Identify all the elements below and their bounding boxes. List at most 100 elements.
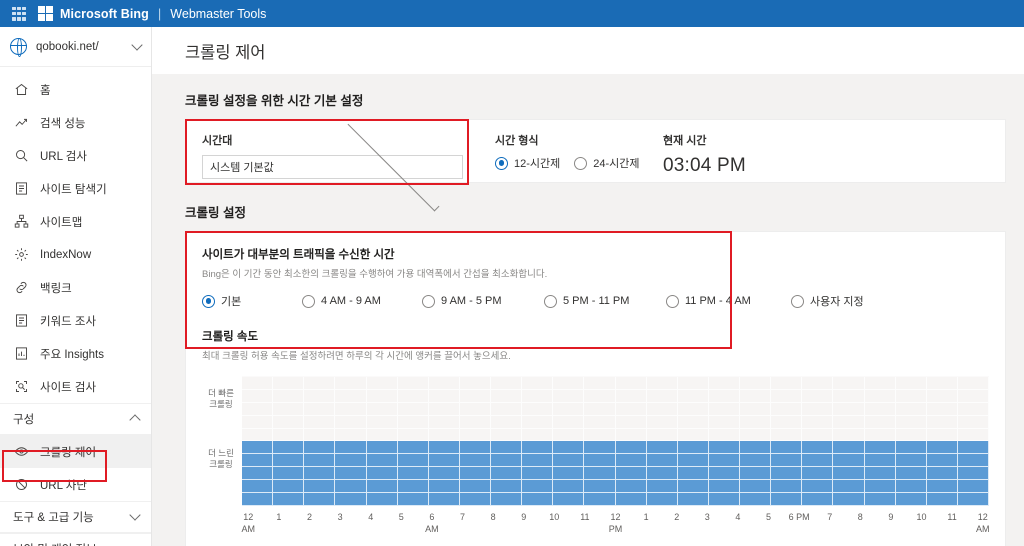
chart-cell[interactable] (397, 428, 429, 442)
chart-cell[interactable] (646, 454, 678, 468)
chart-cell[interactable] (833, 402, 865, 416)
chart-cell[interactable] (522, 454, 554, 468)
chart-cell[interactable] (615, 415, 647, 429)
chart-cell[interactable] (677, 428, 709, 442)
chart-cell[interactable] (864, 389, 896, 403)
chart-cell[interactable] (615, 402, 647, 416)
chart-cell[interactable] (304, 402, 336, 416)
chart-cell[interactable] (242, 415, 274, 429)
chart-cell[interactable] (304, 493, 336, 506)
chart-grid[interactable] (242, 376, 989, 506)
chart-cell[interactable] (895, 402, 927, 416)
chart-cell[interactable] (491, 454, 523, 468)
chart-cell[interactable] (646, 428, 678, 442)
chart-cell[interactable] (335, 415, 367, 429)
chart-cell[interactable] (957, 480, 989, 494)
chart-cell[interactable] (459, 415, 491, 429)
chart-cell[interactable] (428, 467, 460, 481)
sidebar-item-sitemaps[interactable]: 사이트맵 (0, 205, 151, 238)
chart-cell[interactable] (522, 377, 554, 390)
chart-cell[interactable] (335, 389, 367, 403)
chart-cell[interactable] (740, 441, 772, 455)
chart-cell[interactable] (304, 389, 336, 403)
chart-cell[interactable] (740, 480, 772, 494)
chart-cell[interactable] (491, 480, 523, 494)
sidebar-group-config[interactable]: 구성 (0, 403, 151, 435)
chart-cell[interactable] (740, 467, 772, 481)
chart-cell[interactable] (397, 454, 429, 468)
chart-cell[interactable] (771, 377, 803, 390)
sidebar-item-indexnow[interactable]: IndexNow (0, 238, 151, 271)
chart-cell[interactable] (957, 454, 989, 468)
chart-cell[interactable] (957, 389, 989, 403)
chart-cell[interactable] (366, 454, 398, 468)
chart-cell[interactable] (677, 389, 709, 403)
chart-cell[interactable] (335, 467, 367, 481)
chart-cell[interactable] (242, 377, 274, 390)
chart-cell[interactable] (957, 402, 989, 416)
chart-cell[interactable] (615, 389, 647, 403)
chart-cell[interactable] (522, 467, 554, 481)
chart-cell[interactable] (459, 493, 491, 506)
chart-cell[interactable] (646, 377, 678, 390)
chart-cell[interactable] (491, 415, 523, 429)
chart-cell[interactable] (895, 415, 927, 429)
site-picker[interactable]: qobooki.net/ (0, 27, 151, 67)
chart-cell[interactable] (366, 467, 398, 481)
chart-cell[interactable] (615, 493, 647, 506)
chart-cell[interactable] (926, 454, 958, 468)
chart-cell[interactable] (833, 454, 865, 468)
chart-cell[interactable] (584, 402, 616, 416)
chart-cell[interactable] (957, 493, 989, 506)
chart-cell[interactable] (491, 467, 523, 481)
chart-cell[interactable] (802, 402, 834, 416)
chart-cell[interactable] (864, 402, 896, 416)
chart-cell[interactable] (553, 377, 585, 390)
chart-cell[interactable] (740, 454, 772, 468)
chart-cell[interactable] (864, 415, 896, 429)
chart-cell[interactable] (708, 377, 740, 390)
chart-cell[interactable] (864, 493, 896, 506)
chart-cell[interactable] (335, 480, 367, 494)
chart-cell[interactable] (428, 402, 460, 416)
chart-cell[interactable] (428, 428, 460, 442)
chart-cell[interactable] (397, 480, 429, 494)
chart-cell[interactable] (677, 480, 709, 494)
sidebar-group-security[interactable]: 보안 및 개인 정보 (0, 533, 151, 546)
chart-cell[interactable] (895, 493, 927, 506)
chart-cell[interactable] (273, 480, 305, 494)
chart-cell[interactable] (957, 467, 989, 481)
radio-traffic-5pm-11pm[interactable]: 5 PM - 11 PM (544, 294, 666, 308)
chart-cell[interactable] (584, 377, 616, 390)
chart-cell[interactable] (553, 415, 585, 429)
chart-cell[interactable] (771, 493, 803, 506)
chart-cell[interactable] (677, 441, 709, 455)
chart-cell[interactable] (615, 454, 647, 468)
chart-cell[interactable] (771, 441, 803, 455)
chart-cell[interactable] (242, 480, 274, 494)
chart-cell[interactable] (491, 377, 523, 390)
chart-cell[interactable] (802, 467, 834, 481)
chart-cell[interactable] (522, 428, 554, 442)
chart-cell[interactable] (397, 377, 429, 390)
chart-cell[interactable] (864, 377, 896, 390)
chart-cell[interactable] (802, 428, 834, 442)
chart-cell[interactable] (802, 493, 834, 506)
chart-cell[interactable] (677, 493, 709, 506)
chart-cell[interactable] (957, 415, 989, 429)
chart-cell[interactable] (584, 480, 616, 494)
chart-cell[interactable] (553, 428, 585, 442)
chart-cell[interactable] (242, 441, 274, 455)
chart-cell[interactable] (335, 441, 367, 455)
chart-cell[interactable] (459, 467, 491, 481)
chart-cell[interactable] (428, 454, 460, 468)
chart-cell[interactable] (273, 493, 305, 506)
chart-cell[interactable] (802, 480, 834, 494)
chart-cell[interactable] (273, 467, 305, 481)
chart-cell[interactable] (833, 377, 865, 390)
chart-cell[interactable] (926, 428, 958, 442)
chart-cell[interactable] (428, 441, 460, 455)
chart-cell[interactable] (740, 389, 772, 403)
chart-cell[interactable] (522, 415, 554, 429)
chart-cell[interactable] (708, 441, 740, 455)
